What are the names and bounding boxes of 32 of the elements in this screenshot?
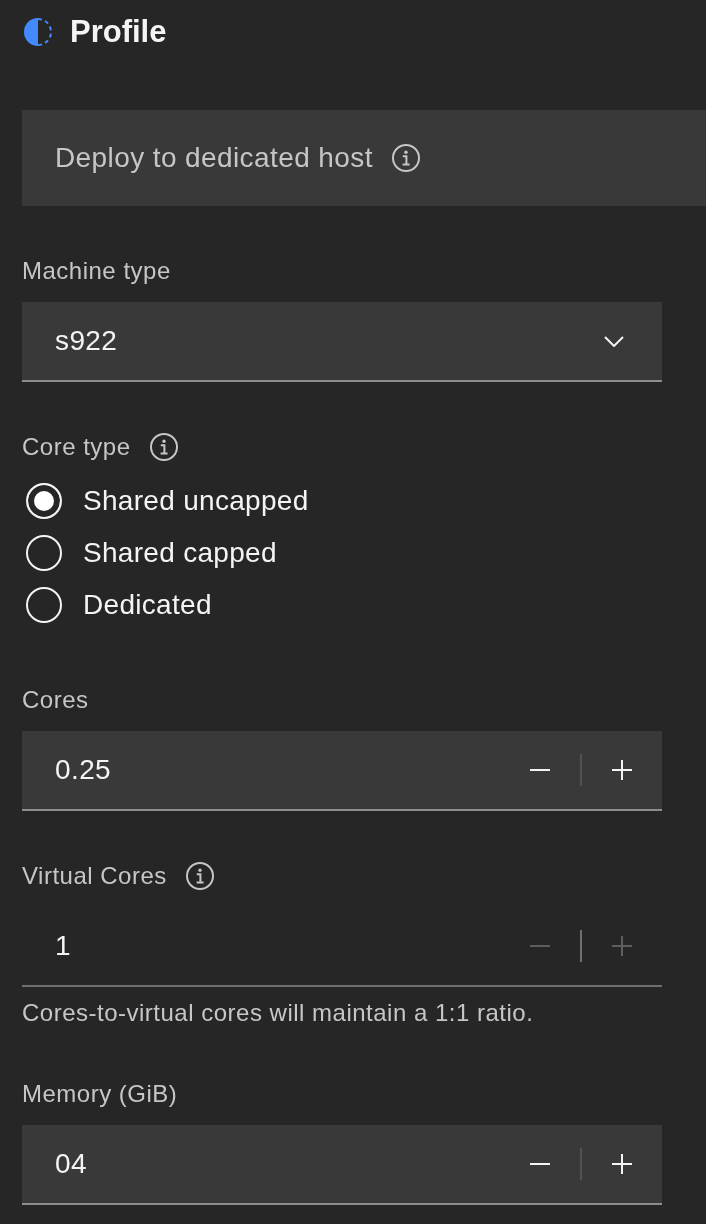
- plus-icon: [612, 760, 632, 780]
- dropdown-field[interactable]: s922: [22, 302, 662, 382]
- minus-icon: [530, 945, 550, 947]
- field-label: Core type: [22, 432, 131, 462]
- half-filled-circle-icon: [24, 18, 52, 46]
- stepper-field[interactable]: 0.25: [22, 731, 662, 811]
- helper-text: Cores-to-virtual cores will maintain a 1:1 ratio.: [22, 998, 535, 1028]
- section-title: Profile: [70, 14, 167, 50]
- radio-button[interactable]: [26, 535, 62, 571]
- plus-icon: [612, 936, 632, 956]
- stepper-field[interactable]: 04: [22, 1125, 662, 1205]
- field-label: Memory (GiB): [22, 1079, 178, 1109]
- dedicated-host-tile[interactable]: Deploy to dedicated host: [22, 110, 706, 206]
- field-label: Cores: [22, 685, 89, 715]
- minus-icon: [530, 769, 550, 771]
- minus-icon: [530, 1163, 550, 1165]
- radio-button[interactable]: [26, 587, 62, 623]
- info-icon[interactable]: [391, 144, 420, 172]
- field-label: Machine type: [22, 256, 171, 286]
- number-input[interactable]: 1: [22, 907, 500, 985]
- radio-label[interactable]: Shared capped: [83, 537, 277, 569]
- info-icon[interactable]: [149, 433, 178, 461]
- plus-icon: [612, 1154, 632, 1174]
- number-input[interactable]: 04: [22, 1125, 500, 1203]
- chevron-down-icon: [604, 335, 624, 347]
- radio-label[interactable]: Shared uncapped: [83, 485, 309, 517]
- radio-label[interactable]: Dedicated: [83, 589, 212, 621]
- info-icon[interactable]: [185, 862, 214, 890]
- field-label: Virtual Cores: [22, 861, 167, 891]
- stepper-field[interactable]: 1: [22, 907, 662, 987]
- radio-button[interactable]: [26, 483, 62, 519]
- number-input[interactable]: 0.25: [22, 731, 500, 809]
